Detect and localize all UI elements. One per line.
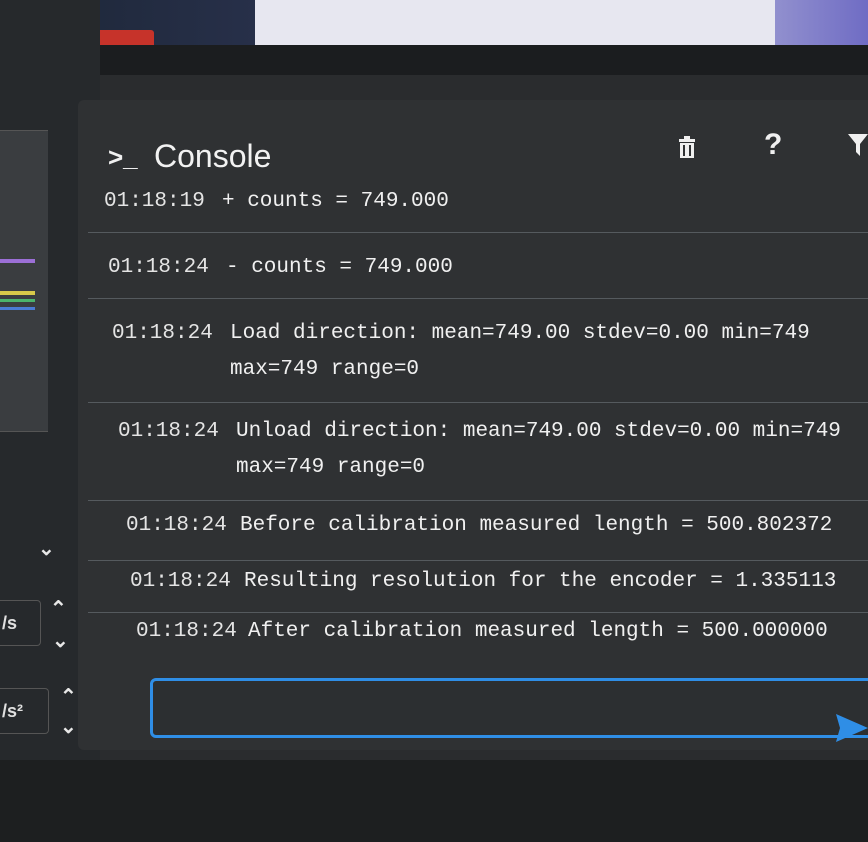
console-log: 01:18:19 + counts = 749.000 01:18:24 - c… <box>88 186 868 656</box>
log-time: 01:18:24 <box>112 322 213 345</box>
log-entry: 01:18:24 Resulting resolution for the en… <box>88 562 868 613</box>
log-time: 01:18:24 <box>136 620 237 643</box>
console-title: Console <box>154 138 272 174</box>
log-message-continued: max=749 range=0 <box>230 358 420 381</box>
send-icon[interactable] <box>836 714 868 742</box>
help-icon[interactable]: ? <box>764 128 782 162</box>
graph-trace <box>0 307 35 310</box>
chevron-down-icon[interactable]: ⌄ <box>38 536 55 561</box>
log-message: Before calibration measured length = 500… <box>240 514 833 537</box>
chevron-down-icon[interactable]: ⌄ <box>52 628 69 653</box>
acceleration-field[interactable]: /s² <box>0 688 49 734</box>
filter-icon[interactable] <box>848 134 868 156</box>
log-message: + counts = 749.000 <box>222 190 449 213</box>
log-message: - counts = 749.000 <box>226 256 453 279</box>
velocity-unit: /s <box>2 613 18 633</box>
log-entry: 01:18:19 + counts = 749.000 <box>88 186 868 233</box>
log-time: 01:18:24 <box>118 420 219 443</box>
graph-trace <box>0 299 35 302</box>
log-message-continued: max=749 range=0 <box>236 456 426 479</box>
log-time: 01:18:19 <box>104 190 205 213</box>
log-time: 01:18:24 <box>130 570 231 593</box>
graph-trace <box>0 259 35 263</box>
graph-trace <box>0 291 35 295</box>
trash-icon[interactable] <box>678 136 696 158</box>
log-entry: 01:18:24 Unload direction: mean=749.00 s… <box>88 404 868 501</box>
log-message: Load direction: mean=749.00 stdev=0.00 m… <box>230 322 810 345</box>
velocity-field[interactable]: /s <box>0 600 41 646</box>
log-entry: 01:18:24 - counts = 749.000 <box>88 234 868 299</box>
log-entry: 01:18:24 Load direction: mean=749.00 std… <box>88 300 868 403</box>
console-input[interactable] <box>150 678 868 738</box>
prompt-icon: >_ <box>108 142 138 172</box>
log-entry: 01:18:24 After calibration measured leng… <box>88 614 868 654</box>
chevron-up-icon[interactable]: ⌃ <box>50 596 67 621</box>
chevron-down-icon[interactable]: ⌄ <box>60 714 77 739</box>
log-message: After calibration measured length = 500.… <box>248 620 828 643</box>
monitor-bezel <box>0 760 868 842</box>
console-header: >_ Console ? <box>78 100 868 188</box>
acceleration-unit: /s² <box>2 701 24 721</box>
log-entry: 01:18:24 Before calibration measured len… <box>88 502 868 561</box>
top-bar <box>75 45 868 75</box>
chevron-up-icon[interactable]: ⌃ <box>60 684 77 709</box>
live-graph <box>0 130 48 432</box>
console-panel: >_ Console ? 01:18:19 + counts = 749.000… <box>78 100 868 750</box>
log-message: Resulting resolution for the encoder = 1… <box>244 570 837 593</box>
log-time: 01:18:24 <box>126 514 227 537</box>
log-message: Unload direction: mean=749.00 stdev=0.00… <box>236 420 841 443</box>
log-time: 01:18:24 <box>108 256 209 279</box>
